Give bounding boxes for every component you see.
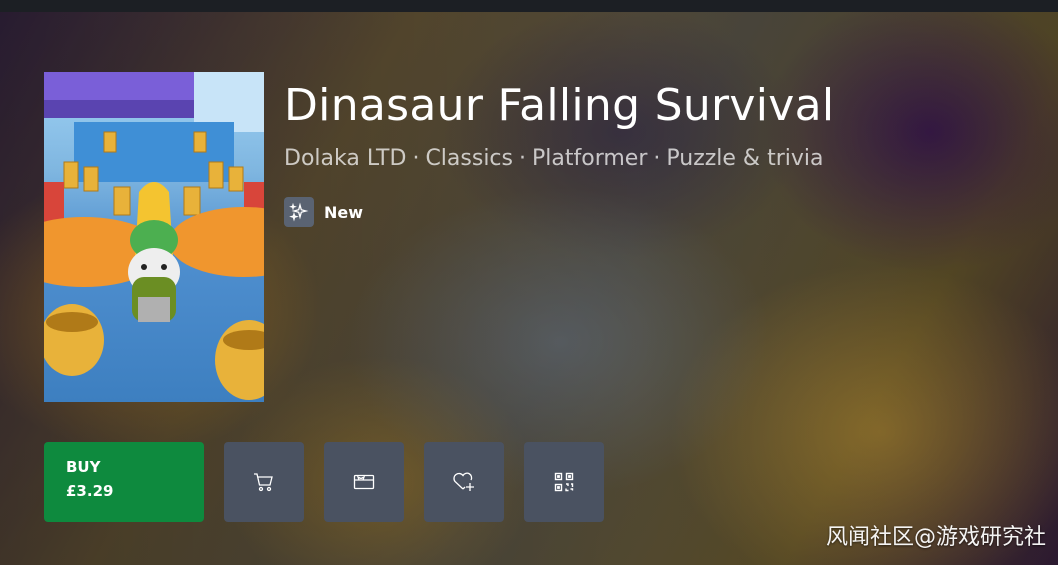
category-link[interactable]: Puzzle & trivia	[666, 146, 823, 171]
gift-card-icon	[353, 474, 375, 490]
qr-code-icon	[554, 472, 574, 492]
cart-icon	[254, 473, 273, 492]
gift-button[interactable]	[324, 442, 404, 522]
wishlist-button[interactable]	[424, 442, 504, 522]
meta-separator: ·	[653, 146, 661, 171]
publisher-link[interactable]: Dolaka LTD	[284, 146, 406, 171]
qr-code-button[interactable]	[524, 442, 604, 522]
product-meta: Dolaka LTD · Classics · Platformer · Puzzle & …	[284, 144, 823, 174]
buy-label: BUY	[66, 458, 101, 476]
price: £3.29	[66, 482, 114, 500]
category-link[interactable]: Classics	[425, 146, 513, 171]
product-hero: Dinasaur Falling Survival Dolaka LTD · Cla…	[0, 12, 1058, 565]
new-badge: New	[284, 197, 363, 227]
sparkle-icon	[284, 197, 314, 227]
action-bar: BUY £3.29	[44, 442, 604, 522]
cover-illustration	[44, 72, 264, 400]
game-title: Dinasaur Falling Survival	[284, 80, 835, 131]
meta-separator: ·	[412, 146, 420, 171]
category-link[interactable]: Platformer	[532, 146, 647, 171]
meta-separator: ·	[519, 146, 526, 171]
add-to-cart-button[interactable]	[224, 442, 304, 522]
heart-plus-icon	[453, 472, 474, 491]
top-bar	[0, 0, 1058, 12]
game-cover-art	[44, 72, 264, 402]
buy-button[interactable]: BUY £3.29	[44, 442, 204, 522]
watermark: 风闻社区@游戏研究社	[825, 525, 1046, 550]
badge-label: New	[324, 202, 364, 222]
